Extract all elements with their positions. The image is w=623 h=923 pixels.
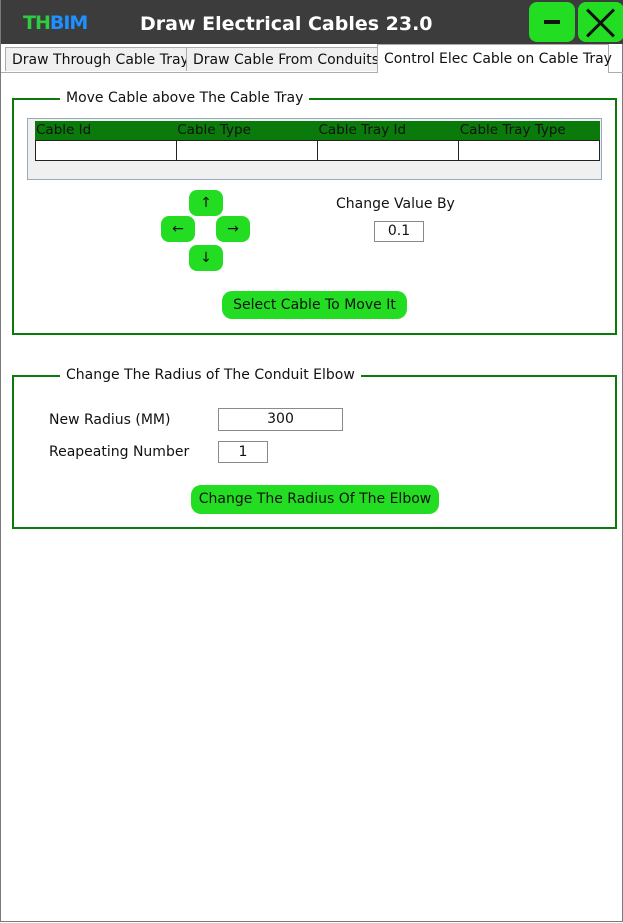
logo-text-bim: BIM — [49, 12, 88, 34]
new-radius-label: New Radius (MM) — [49, 412, 171, 428]
table-row[interactable] — [35, 140, 600, 161]
move-down-button[interactable]: ↓ — [189, 245, 223, 271]
change-value-label: Change Value By — [336, 196, 455, 212]
column-header-cable-type[interactable]: Cable Type — [176, 121, 317, 140]
app-logo: THBIM — [23, 12, 88, 34]
move-right-button[interactable]: → — [216, 216, 250, 242]
select-cable-button[interactable]: Select Cable To Move It — [222, 291, 407, 319]
cable-data-grid[interactable]: Cable Id Cable Type Cable Tray Id Cable … — [27, 118, 602, 180]
move-cable-group-title: Move Cable above The Cable Tray — [60, 90, 310, 106]
minimize-button[interactable] — [529, 2, 575, 42]
app-window: THBIM Draw Electrical Cables 23.0 Draw T… — [0, 0, 623, 922]
title-bar[interactable]: THBIM Draw Electrical Cables 23.0 — [1, 0, 623, 44]
change-value-input[interactable]: 0.1 — [374, 221, 424, 242]
column-header-cable-tray-type[interactable]: Cable Tray Type — [459, 121, 600, 140]
grid-header: Cable Id Cable Type Cable Tray Id Cable … — [35, 121, 600, 140]
tab-strip: Draw Through Cable Tray Draw Cable From … — [1, 44, 623, 73]
close-button[interactable] — [578, 2, 623, 42]
conduit-elbow-group-title: Change The Radius of The Conduit Elbow — [60, 367, 361, 383]
repeating-number-label: Reapeating Number — [49, 444, 190, 460]
tab-draw-cable-from-conduits[interactable]: Draw Cable From Conduits — [186, 47, 379, 71]
minimize-icon — [544, 20, 560, 24]
repeating-number-input[interactable]: 1 — [218, 441, 268, 463]
logo-text-th: TH — [23, 12, 51, 34]
table-cell[interactable] — [177, 141, 318, 160]
new-radius-input[interactable]: 300 — [218, 408, 343, 431]
column-header-cable-id[interactable]: Cable Id — [35, 121, 176, 140]
window-title: Draw Electrical Cables 23.0 — [140, 13, 433, 35]
move-up-button[interactable]: ↑ — [189, 190, 223, 216]
column-header-cable-tray-id[interactable]: Cable Tray Id — [318, 121, 459, 140]
tab-control-elec-cable[interactable]: Control Elec Cable on Cable Tray — [377, 44, 612, 73]
change-radius-button[interactable]: Change The Radius Of The Elbow — [191, 485, 439, 514]
table-cell[interactable] — [36, 141, 177, 160]
close-icon — [585, 6, 617, 38]
move-left-button[interactable]: ← — [161, 216, 195, 242]
table-cell[interactable] — [459, 141, 599, 160]
tab-draw-through-cable-tray[interactable]: Draw Through Cable Tray — [5, 47, 189, 71]
table-cell[interactable] — [318, 141, 459, 160]
